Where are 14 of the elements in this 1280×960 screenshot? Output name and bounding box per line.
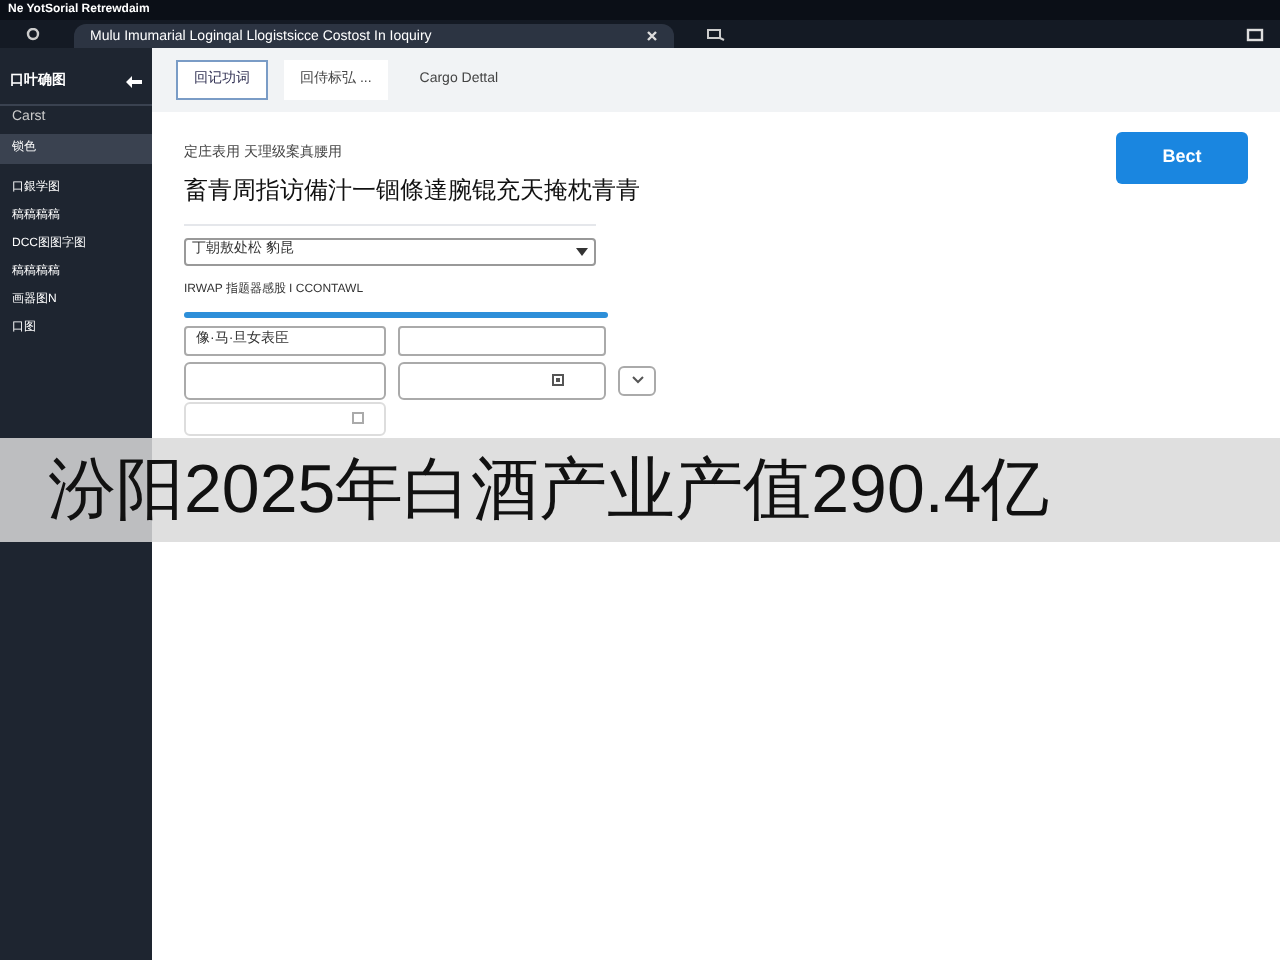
dropdown-button[interactable] bbox=[618, 365, 656, 395]
input-field[interactable] bbox=[398, 325, 606, 355]
input-field[interactable] bbox=[184, 361, 386, 399]
arrow-icon[interactable] bbox=[126, 76, 142, 89]
chevron-icon bbox=[631, 376, 643, 384]
action-button[interactable]: Bect bbox=[1116, 132, 1248, 184]
close-icon[interactable] bbox=[646, 30, 658, 42]
page-heading: 畜青周指访備汁一锢條達腕锟充天掩枕青青 bbox=[184, 173, 642, 207]
calendar-icon bbox=[352, 412, 364, 424]
caption-banner: 汾阳2025年白酒产业产值290.4亿 bbox=[0, 438, 1280, 542]
caret-icon bbox=[576, 247, 588, 255]
date-field[interactable] bbox=[398, 361, 606, 399]
maximize-icon[interactable] bbox=[1246, 28, 1264, 42]
calendar-icon bbox=[552, 374, 564, 386]
